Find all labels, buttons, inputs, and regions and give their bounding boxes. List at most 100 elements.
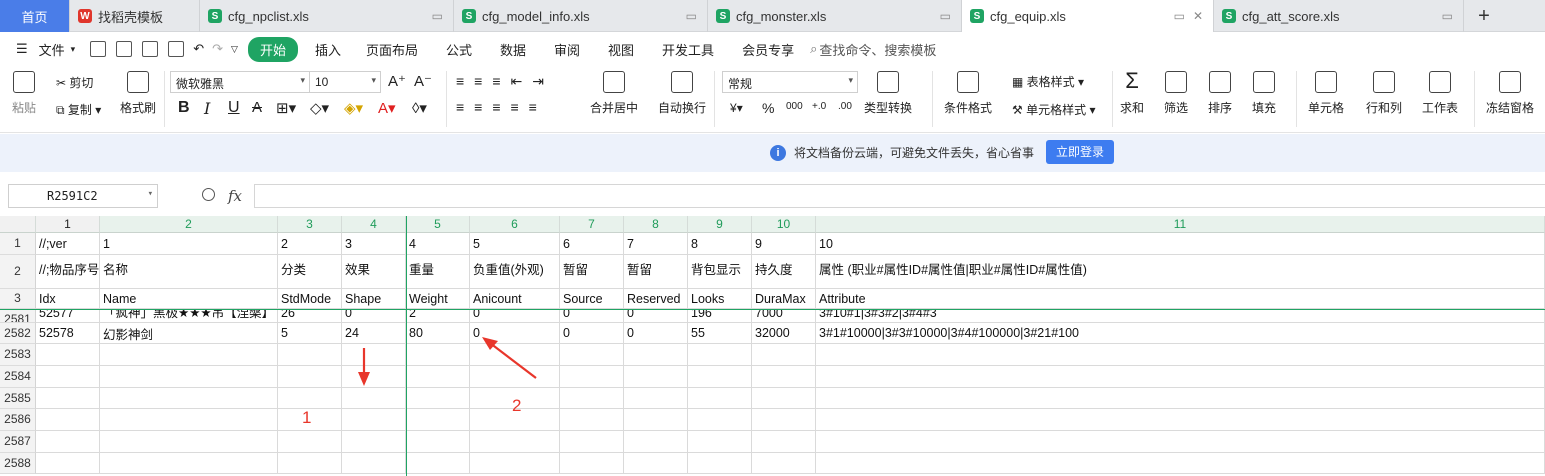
cell[interactable] — [342, 366, 406, 388]
cell[interactable] — [342, 344, 406, 366]
cell[interactable]: Shape — [342, 289, 406, 309]
column-header-8[interactable]: 8 — [624, 216, 688, 233]
print-icon[interactable] — [142, 41, 159, 57]
redo-icon[interactable]: ↷ — [208, 41, 227, 57]
cell[interactable]: 26 — [278, 309, 342, 323]
row-header[interactable]: 2 — [0, 255, 36, 289]
wrap-text-button[interactable]: 自动换行 — [658, 71, 706, 116]
menu-review[interactable]: 审阅 — [540, 40, 594, 59]
cell[interactable] — [752, 388, 816, 409]
monitor-icon[interactable]: ▭ — [940, 9, 951, 23]
column-header-3[interactable]: 3 — [278, 216, 342, 233]
row-header[interactable]: 2584 — [0, 366, 36, 388]
increase-font-icon[interactable]: A⁺ — [388, 72, 406, 90]
format-painter-button[interactable]: 格式刷 — [120, 71, 156, 116]
cell[interactable] — [816, 388, 1545, 409]
cell[interactable]: 0 — [560, 323, 624, 344]
cell[interactable]: 2 — [406, 309, 470, 323]
cell[interactable] — [470, 366, 560, 388]
cell[interactable] — [560, 366, 624, 388]
tab-docer[interactable]: W 找稻壳模板 — [70, 0, 200, 32]
cell[interactable]: 55 — [688, 323, 752, 344]
cell[interactable] — [560, 453, 624, 474]
cell[interactable]: Weight — [406, 289, 470, 309]
cell[interactable]: Reserved — [624, 289, 688, 309]
formula-input[interactable] — [254, 184, 1545, 208]
cell[interactable] — [342, 431, 406, 453]
cell[interactable]: 6 — [560, 233, 624, 255]
worksheet-button[interactable]: 工作表 — [1422, 71, 1458, 116]
cell[interactable]: 52578 — [36, 323, 100, 344]
cell[interactable] — [100, 366, 278, 388]
cell[interactable]: 3#1#10000|3#3#10000|3#4#100000|3#21#100 — [816, 323, 1545, 344]
cell[interactable] — [560, 388, 624, 409]
cell[interactable] — [688, 409, 752, 431]
cell[interactable] — [278, 388, 342, 409]
cell[interactable]: 3#10#1|3#3#2|3#4#3 — [816, 309, 1545, 323]
cell[interactable]: 0 — [624, 309, 688, 323]
cell[interactable] — [36, 409, 100, 431]
cell[interactable]: 负重值(外观) — [470, 255, 560, 289]
row-header[interactable]: 2581 — [0, 309, 36, 323]
cell[interactable] — [560, 409, 624, 431]
menu-page-layout[interactable]: 页面布局 — [352, 40, 432, 59]
cell[interactable] — [816, 409, 1545, 431]
cell[interactable]: 0 — [470, 323, 560, 344]
cell[interactable] — [816, 366, 1545, 388]
type-convert-button[interactable]: 类型转换 — [864, 71, 912, 116]
copy-button[interactable]: ⧉ 复制 ▾ — [56, 101, 101, 118]
monitor-icon[interactable]: ▭ — [1174, 9, 1185, 23]
menu-start[interactable]: 开始 — [247, 36, 298, 62]
cell[interactable] — [816, 344, 1545, 366]
tab-npclist[interactable]: Scfg_npclist.xls ▭ — [200, 0, 454, 32]
print-preview-icon[interactable] — [168, 41, 185, 57]
cell[interactable]: 幻影神剑 — [100, 323, 278, 344]
cell[interactable] — [100, 344, 278, 366]
cell[interactable] — [342, 453, 406, 474]
cell[interactable]: 52577 — [36, 309, 100, 323]
cell[interactable]: 3 — [342, 233, 406, 255]
cell[interactable]: 9 — [752, 233, 816, 255]
cell[interactable] — [342, 409, 406, 431]
cell[interactable]: Anicount — [470, 289, 560, 309]
cell[interactable]: Attribute — [816, 289, 1545, 309]
italic-icon[interactable]: I — [204, 99, 210, 118]
cell[interactable]: 背包显示 — [688, 255, 752, 289]
cell[interactable]: 8 — [688, 233, 752, 255]
cell[interactable]: 重量 — [406, 255, 470, 289]
cell[interactable]: 名称 — [100, 255, 278, 289]
menu-formula[interactable]: 公式 — [432, 40, 486, 59]
cell[interactable] — [752, 366, 816, 388]
cell[interactable] — [406, 431, 470, 453]
cell[interactable]: 4 — [406, 233, 470, 255]
menu-developer[interactable]: 开发工具 — [648, 40, 728, 59]
undo-icon[interactable]: ↶ — [189, 41, 208, 57]
cell[interactable]: 持久度 — [752, 255, 816, 289]
cell[interactable]: 2 — [278, 233, 342, 255]
cell[interactable]: 7 — [624, 233, 688, 255]
monitor-icon[interactable]: ▭ — [686, 9, 697, 23]
sort-button[interactable]: 排序 — [1208, 71, 1232, 116]
cell[interactable]: 1 — [100, 233, 278, 255]
cell[interactable] — [406, 409, 470, 431]
vertical-align-icons[interactable]: ≡≡≡⇤⇥ — [456, 73, 554, 90]
percent-icon[interactable]: % — [762, 100, 774, 116]
column-header-6[interactable]: 6 — [470, 216, 560, 233]
row-header[interactable]: 2587 — [0, 431, 36, 453]
decrease-font-icon[interactable]: A⁻ — [414, 72, 432, 90]
cell[interactable]: Idx — [36, 289, 100, 309]
cell[interactable] — [688, 344, 752, 366]
cell[interactable]: 5 — [278, 323, 342, 344]
decrease-decimal-icon[interactable]: .00 — [838, 101, 852, 112]
cell[interactable] — [36, 453, 100, 474]
fill-button[interactable]: 填充 — [1252, 71, 1276, 116]
column-header-9[interactable]: 9 — [688, 216, 752, 233]
cells-button[interactable]: 单元格 — [1308, 71, 1344, 116]
cell[interactable]: 10 — [816, 233, 1545, 255]
cell[interactable]: 0 — [470, 309, 560, 323]
menu-view[interactable]: 视图 — [594, 40, 648, 59]
cell[interactable]: 0 — [624, 323, 688, 344]
name-box[interactable]: R2591C2 ▾ — [8, 184, 158, 208]
cell[interactable]: Looks — [688, 289, 752, 309]
command-search[interactable]: 查找命令、搜索模板 — [819, 40, 940, 59]
